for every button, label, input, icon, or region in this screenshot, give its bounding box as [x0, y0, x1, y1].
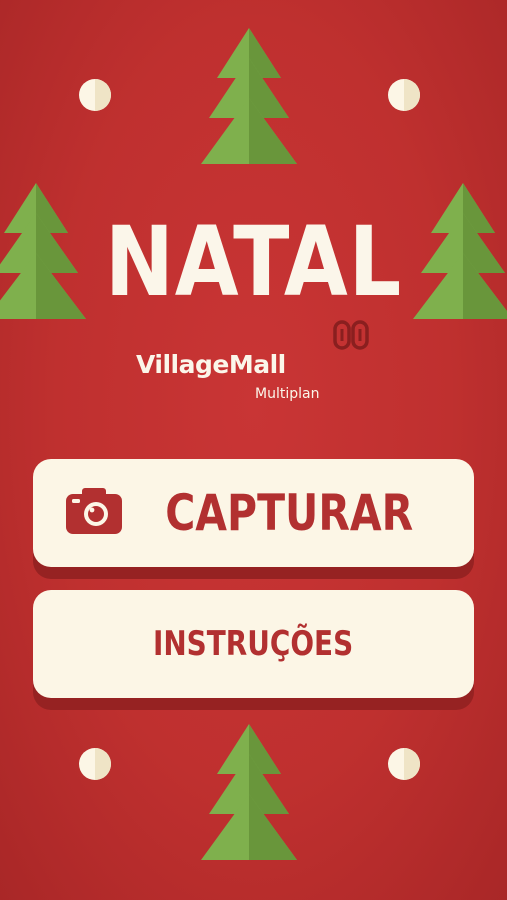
brand-name: VillageMall — [136, 350, 286, 379]
camera-icon — [66, 487, 123, 539]
ornament-dot-icon — [79, 748, 111, 780]
ornament-dot-icon — [79, 79, 111, 111]
instructions-button[interactable]: INSTRUÇÕES — [33, 590, 474, 698]
capture-button-label: CAPTURAR — [165, 484, 414, 542]
christmas-tree-icon — [201, 28, 297, 164]
ornament-dot-icon — [388, 79, 420, 111]
multiplan-logo-icon — [333, 320, 369, 350]
capture-button[interactable]: CAPTURAR — [33, 459, 474, 567]
ornament-dot-icon — [388, 748, 420, 780]
instructions-button-label: INSTRUÇÕES — [153, 624, 354, 664]
brand-subtitle: Multiplan — [255, 386, 320, 402]
page-title: NATAL — [104, 206, 403, 318]
christmas-tree-icon — [201, 724, 297, 860]
